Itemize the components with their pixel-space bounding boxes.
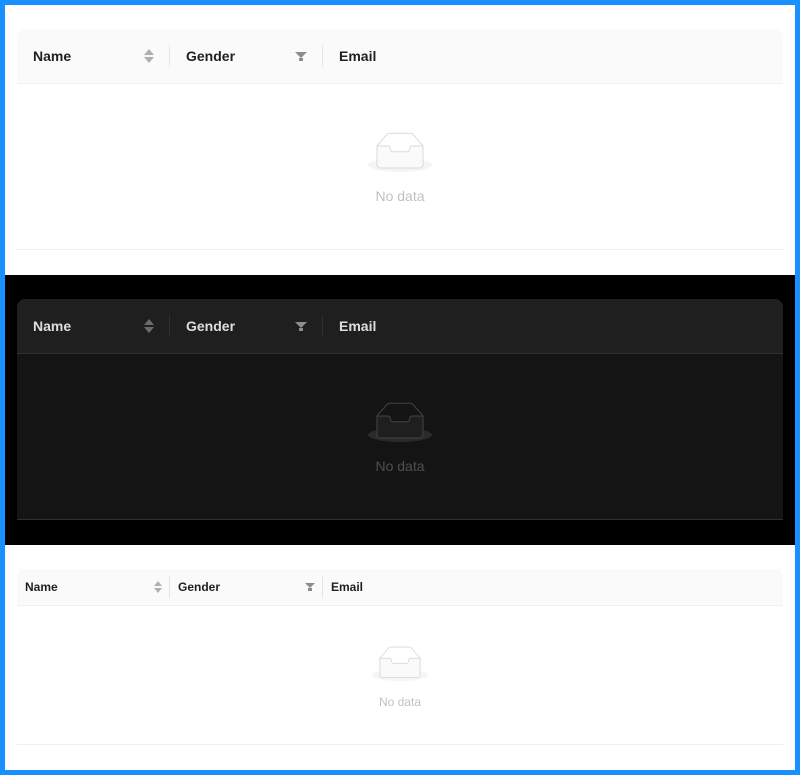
empty-inbox-icon [368,402,432,448]
sort-icon[interactable] [154,581,162,593]
data-table: Name Gender Email No data [17,569,783,745]
table-header: Name Gender Email [17,29,783,84]
sort-ascend-icon [144,319,154,325]
column-header-email: Email [323,29,783,83]
sort-descend-icon [144,57,154,63]
column-title: Gender [186,318,236,334]
table-empty-body: No data [17,84,783,250]
column-header-email: Email [323,569,783,605]
filter-icon-stem [299,327,303,331]
column-title: Name [33,318,72,334]
empty-description: No data [378,695,422,709]
table-header: Name Gender Email [17,299,783,354]
column-title: Gender [178,580,221,594]
filter-icon[interactable] [305,583,315,591]
sort-icon[interactable] [144,49,154,63]
filter-icon-stem [308,588,312,591]
filter-icon[interactable] [295,51,307,61]
dark-table-section: Name Gender Email No data [5,275,795,545]
sort-ascend-icon [144,49,154,55]
table-header: Name Gender Email [17,569,783,606]
small-table-section: Name Gender Email No data [5,545,795,770]
column-title: Email [339,318,377,334]
sort-descend-icon [154,588,162,593]
column-title: Email [331,580,364,594]
column-header-email: Email [323,299,783,353]
data-table: Name Gender Email No data [17,299,783,520]
column-header-gender: Gender [170,569,323,605]
empty-inbox-icon [372,646,428,687]
empty-description: No data [375,458,425,474]
column-header-name[interactable]: Name [17,569,170,605]
column-header-name[interactable]: Name [17,29,170,83]
column-title: Gender [186,48,236,64]
column-header-gender: Gender [170,29,323,83]
sort-descend-icon [144,327,154,333]
demo-frame: Name Gender Email No data Name Gender Em… [5,5,795,770]
column-title: Name [33,48,72,64]
table-empty-body: No data [17,606,783,745]
data-table: Name Gender Email No data [17,29,783,250]
sort-ascend-icon [154,581,162,586]
sort-icon[interactable] [144,319,154,333]
column-title: Email [339,48,377,64]
filter-icon[interactable] [295,321,307,331]
column-header-gender: Gender [170,299,323,353]
column-header-name[interactable]: Name [17,299,170,353]
column-title: Name [25,580,58,594]
light-table-section: Name Gender Email No data [5,5,795,275]
empty-inbox-icon [368,132,432,178]
table-empty-body: No data [17,354,783,520]
empty-description: No data [375,188,425,204]
filter-icon-stem [299,57,303,61]
